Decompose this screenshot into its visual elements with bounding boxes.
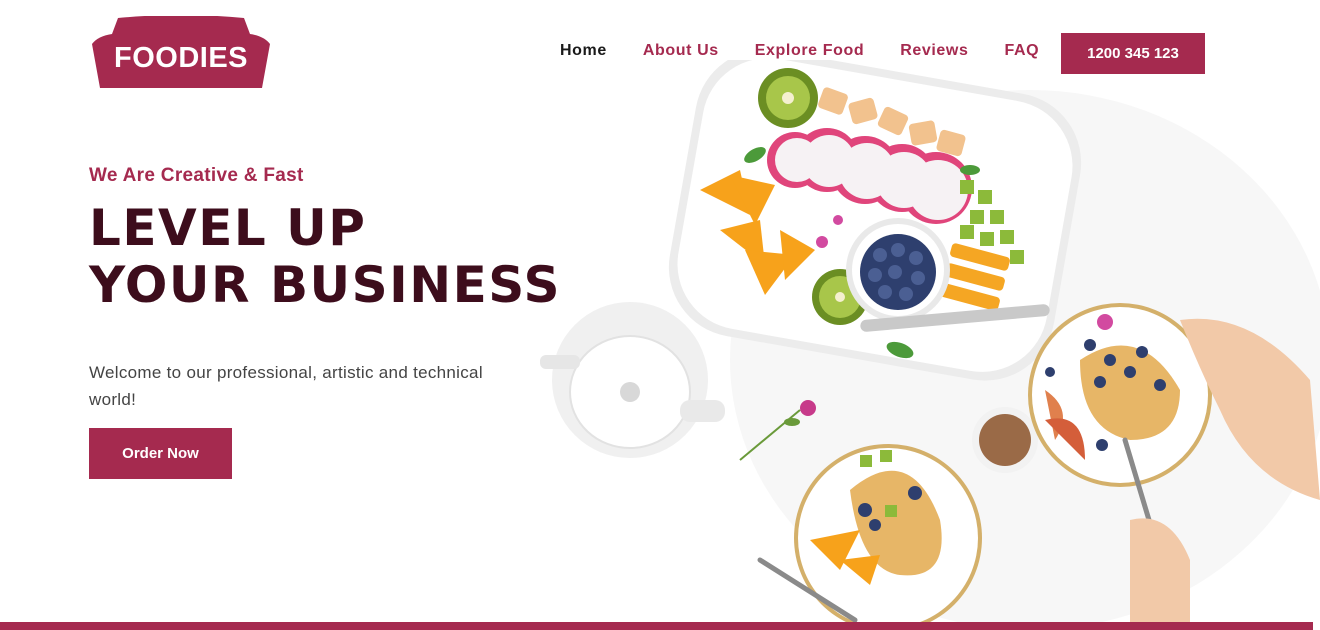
main-nav: Home About Us Explore Food Reviews FAQ xyxy=(560,42,1039,60)
order-now-button[interactable]: Order Now xyxy=(89,428,232,479)
fruit-platter xyxy=(668,60,1082,381)
hero-welcome-text: Welcome to our professional, artistic an… xyxy=(89,363,483,409)
hero-tagline: We Are Creative & Fast xyxy=(89,165,304,186)
food-hero-image xyxy=(540,60,1320,625)
hero-headline: LEVEL UP YOUR BUSINESS xyxy=(89,200,561,314)
bottom-accent-bar xyxy=(0,622,1313,630)
headline-line-2: YOUR BUSINESS xyxy=(89,256,562,314)
logo-text: FOODIES xyxy=(113,42,248,74)
nav-item-home[interactable]: Home xyxy=(560,42,607,60)
teapot xyxy=(540,302,725,458)
headline-line-1: LEVEL UP xyxy=(89,199,367,257)
nav-item-about-us[interactable]: About Us xyxy=(643,42,719,60)
nav-item-explore-food[interactable]: Explore Food xyxy=(755,42,864,60)
nav-item-faq[interactable]: FAQ xyxy=(1004,42,1039,60)
site-logo[interactable]: FOODIES xyxy=(90,16,272,90)
coffee-cup xyxy=(972,407,1038,473)
nav-item-reviews[interactable]: Reviews xyxy=(900,42,968,60)
